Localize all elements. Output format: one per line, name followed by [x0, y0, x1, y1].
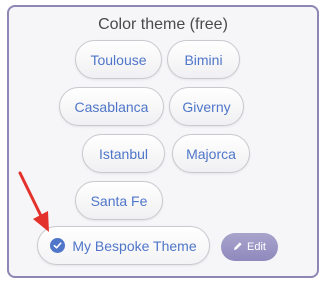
- pencil-icon: [233, 241, 243, 254]
- theme-casablanca-label: Casablanca: [74, 98, 149, 115]
- theme-majorca-label: Majorca: [186, 145, 236, 162]
- theme-toulouse-button[interactable]: Toulouse: [75, 40, 162, 79]
- theme-toulouse-label: Toulouse: [90, 51, 147, 68]
- theme-istanbul-button[interactable]: Istanbul: [82, 134, 165, 173]
- theme-istanbul-label: Istanbul: [98, 145, 149, 162]
- my-bespoke-theme-button[interactable]: My Bespoke Theme: [37, 226, 210, 265]
- bespoke-theme-label: My Bespoke Theme: [72, 237, 197, 254]
- check-circle-icon: [50, 238, 66, 253]
- theme-santa-fe-button[interactable]: Santa Fe: [75, 181, 163, 220]
- theme-giverny-label: Giverny: [182, 98, 231, 115]
- theme-bimini-label: Bimini: [184, 51, 223, 68]
- theme-bimini-button[interactable]: Bimini: [167, 40, 240, 79]
- theme-majorca-button[interactable]: Majorca: [172, 134, 250, 173]
- edit-label: Edit: [247, 241, 266, 253]
- edit-button[interactable]: Edit: [221, 233, 278, 261]
- panel-title: Color theme (free): [98, 16, 228, 33]
- theme-giverny-button[interactable]: Giverny: [169, 87, 244, 126]
- theme-santa-fe-label: Santa Fe: [90, 192, 148, 209]
- theme-casablanca-button[interactable]: Casablanca: [59, 87, 164, 126]
